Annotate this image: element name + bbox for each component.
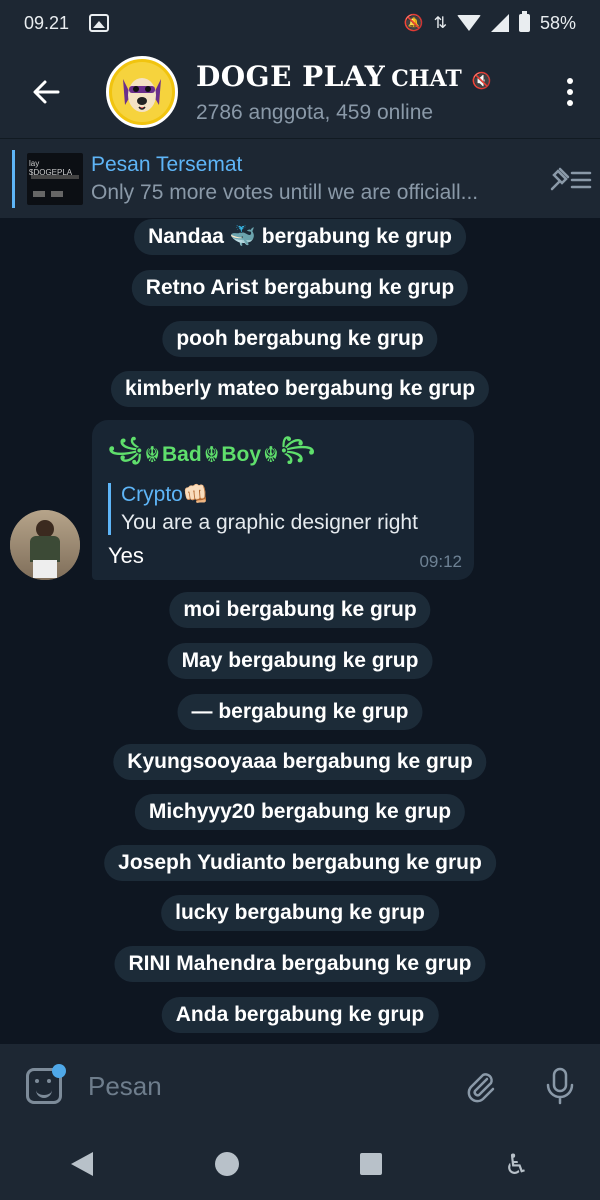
message-text: Yes xyxy=(108,543,144,568)
reply-text: You are a graphic designer right xyxy=(121,511,418,534)
accessibility-icon[interactable]: ♿ xyxy=(504,1148,529,1181)
service-message: Joseph Yudianto bergabung ke grup xyxy=(104,845,496,881)
pinned-preview: Only 75 more votes untill we are officia… xyxy=(91,180,479,204)
message-input[interactable] xyxy=(88,1044,440,1128)
chat-title-suffix: CHAT xyxy=(391,65,462,92)
sender-name-part: Bad xyxy=(162,442,202,466)
chat-title-row: DOGE PLAY CHAT 🔇 xyxy=(196,60,540,93)
ornament-icon: ꧂ xyxy=(280,436,316,461)
service-message: Kyungsooyaaa bergabung ke grup xyxy=(113,744,487,780)
service-message: moi bergabung ke grup xyxy=(169,592,431,628)
gallery-notification-icon xyxy=(89,14,110,32)
muted-icon: 🔇 xyxy=(471,72,492,90)
signal-icon xyxy=(490,14,509,32)
more-dot-icon xyxy=(567,89,573,95)
service-message: RINI Mahendra bergabung ke grup xyxy=(114,946,486,982)
sender-avatar[interactable] xyxy=(10,510,80,580)
service-message: Michyyy20 bergabung ke grup xyxy=(134,794,466,830)
message-bubble[interactable]: ꧁ ☬ Bad ☬ Boy ☬ ꧂ Crypto👊🏻 You are a graphic d… xyxy=(92,420,474,580)
pinned-thumb-block xyxy=(33,190,45,197)
wifi-icon xyxy=(456,15,481,31)
nav-recents-button[interactable] xyxy=(360,1153,383,1175)
pinned-indicator xyxy=(12,149,15,208)
service-message: Retno Arist bergabung ke grup xyxy=(131,270,469,306)
alarm-off-icon: 🔕 xyxy=(403,15,424,32)
service-message: pooh bergabung ke grup xyxy=(162,321,438,357)
microphone-icon xyxy=(546,1067,574,1105)
sender-name[interactable]: ꧁ ☬ Bad ☬ Boy ☬ ꧂ xyxy=(108,432,458,477)
system-nav-bar: ♿ xyxy=(0,1128,600,1200)
more-dot-icon xyxy=(567,78,573,84)
pinned-list-button[interactable] xyxy=(540,149,600,209)
service-message: — bergabung ke grup xyxy=(177,694,423,730)
message-time: 09:12 xyxy=(419,552,462,571)
service-message: Anda bergabung ke grup xyxy=(161,997,439,1033)
paperclip-icon xyxy=(467,1073,495,1103)
nav-home-button[interactable] xyxy=(214,1152,239,1176)
pinned-message-bar[interactable]: lay $DOGEPLA Pesan Tersemat Only 75 more… xyxy=(0,138,600,218)
doge-logo-icon xyxy=(112,62,172,122)
more-dot-icon xyxy=(567,100,573,106)
avatar-body xyxy=(30,536,60,562)
service-message: Nandaa 🐳 bergabung ke grup xyxy=(134,219,466,255)
service-message: May bergabung ke grup xyxy=(167,643,433,679)
voice-record-button[interactable] xyxy=(520,1044,600,1128)
more-menu-button[interactable] xyxy=(540,46,600,138)
status-bar: 09.21 🔕 ⇅ 58% xyxy=(0,0,600,46)
status-icons: 🔕 ⇅ 58% xyxy=(403,11,576,34)
reply-author: Crypto👊🏻 xyxy=(121,483,209,506)
service-message: lucky bergabung ke grup xyxy=(161,895,439,931)
message-input-bar xyxy=(0,1044,600,1128)
ornament-icon: ☬ xyxy=(203,441,220,467)
nav-back-button[interactable] xyxy=(70,1152,93,1176)
back-button[interactable] xyxy=(0,46,92,138)
message-row: ꧁ ☬ Bad ☬ Boy ☬ ꧂ Crypto👊🏻 You are a graphic d… xyxy=(8,420,488,580)
pinned-thumb-block xyxy=(51,190,63,197)
chat-title: DOGE PLAY xyxy=(196,59,386,93)
data-arrows-icon: ⇅ xyxy=(433,15,447,32)
sender-name-part: Boy xyxy=(221,442,262,466)
attach-button[interactable] xyxy=(440,1044,520,1128)
service-message: kimberly mateo bergabung ke grup xyxy=(110,371,490,407)
battery-percent: 58% xyxy=(539,12,576,33)
pinned-thumb-line xyxy=(31,174,79,179)
pinned-text-block: Pesan Tersemat Only 75 more votes untill… xyxy=(91,153,540,205)
sticker-badge xyxy=(52,1064,66,1078)
avatar-legs xyxy=(33,560,57,578)
member-count: 2786 anggota, 459 online xyxy=(196,100,434,124)
ornament-icon: ꧁ xyxy=(108,436,143,461)
status-time: 09.21 xyxy=(24,12,70,33)
battery-icon xyxy=(518,11,530,32)
sticker-button[interactable] xyxy=(0,1044,88,1128)
back-arrow-icon xyxy=(33,80,60,104)
ornament-icon: ☬ xyxy=(144,441,161,467)
chat-area[interactable]: Nandaa 🐳 bergabung ke grup Retno Arist b… xyxy=(0,218,600,1044)
pinned-title: Pesan Tersemat xyxy=(91,152,243,176)
pinned-thumbnail: lay $DOGEPLA xyxy=(27,152,83,205)
pin-list-icon xyxy=(550,167,592,190)
chat-header: DOGE PLAY CHAT 🔇 2786 anggota, 459 onlin… xyxy=(0,46,600,138)
chat-title-block[interactable]: DOGE PLAY CHAT 🔇 2786 anggota, 459 onlin… xyxy=(196,60,540,125)
group-avatar[interactable] xyxy=(106,56,178,128)
ornament-icon: ☬ xyxy=(263,441,279,467)
reply-quote[interactable]: Crypto👊🏻 You are a graphic designer righ… xyxy=(108,483,458,535)
